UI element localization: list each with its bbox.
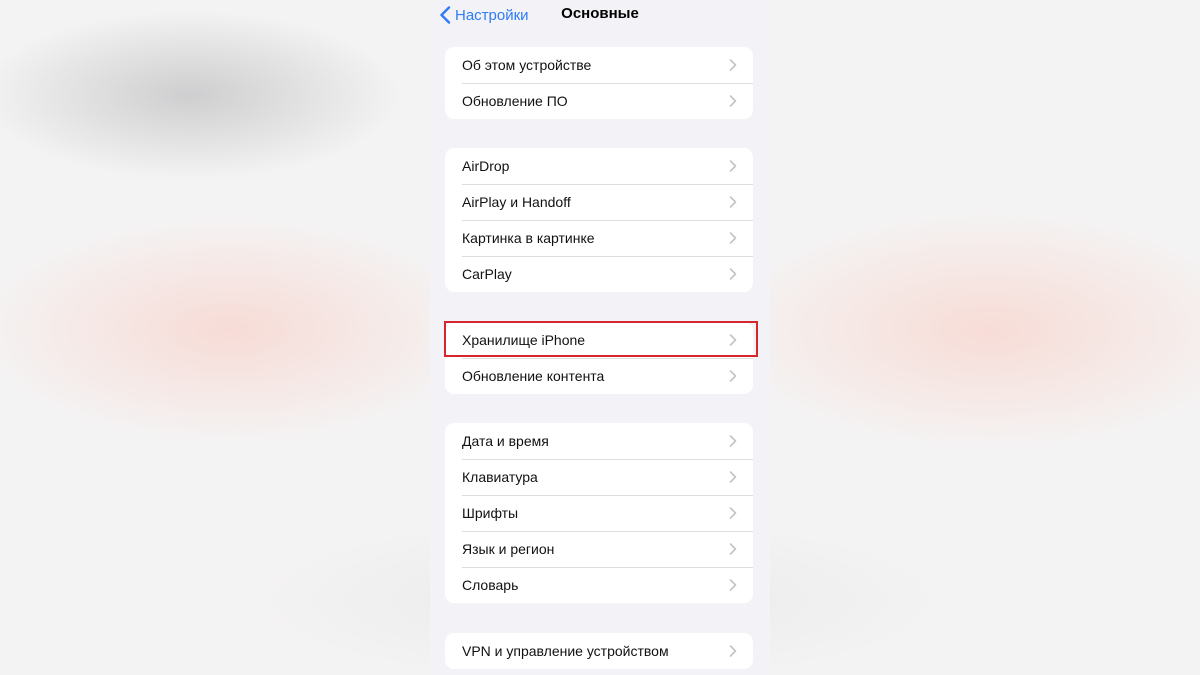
settings-group-locale: Дата и время Клавиатура Шрифты Язык и ре… [445,423,753,603]
settings-group-storage: Хранилище iPhone Обновление контента [445,322,753,394]
settings-screen: Настройки Основные Об этом устройстве Об… [430,0,770,675]
settings-item-about[interactable]: Об этом устройстве [445,47,753,83]
chevron-right-icon [729,471,737,483]
settings-item-picture-in-picture[interactable]: Картинка в картинке [445,220,753,256]
settings-item-label: Язык и регион [462,541,555,557]
settings-group-about: Об этом устройстве Обновление ПО [445,47,753,119]
settings-item-label: VPN и управление устройством [462,643,669,659]
chevron-right-icon [729,370,737,382]
settings-item-language-region[interactable]: Язык и регион [445,531,753,567]
chevron-right-icon [729,160,737,172]
settings-group-connectivity: AirDrop AirPlay и Handoff Картинка в кар… [445,148,753,292]
settings-item-fonts[interactable]: Шрифты [445,495,753,531]
chevron-right-icon [729,59,737,71]
settings-item-label: Клавиатура [462,469,538,485]
navigation-bar: Настройки Основные [430,0,770,30]
settings-item-label: Обновление контента [462,368,605,384]
settings-item-label: Обновление ПО [462,93,568,109]
settings-item-label: Об этом устройстве [462,57,592,73]
settings-item-background-app-refresh[interactable]: Обновление контента [445,358,753,394]
page-title: Основные [561,5,639,22]
chevron-right-icon [729,268,737,280]
settings-item-label: AirDrop [462,158,510,174]
settings-item-vpn-device-management[interactable]: VPN и управление устройством [445,633,753,669]
chevron-right-icon [729,232,737,244]
settings-item-label: Словарь [462,577,519,593]
chevron-right-icon [729,334,737,346]
settings-item-keyboard[interactable]: Клавиатура [445,459,753,495]
settings-item-airdrop[interactable]: AirDrop [445,148,753,184]
chevron-right-icon [729,645,737,657]
settings-item-airplay-handoff[interactable]: AirPlay и Handoff [445,184,753,220]
settings-item-iphone-storage[interactable]: Хранилище iPhone [445,322,753,358]
settings-item-label: CarPlay [462,266,512,282]
chevron-right-icon [729,507,737,519]
settings-item-label: Картинка в картинке [462,230,595,246]
settings-item-label: Дата и время [462,433,549,449]
settings-item-label: Шрифты [462,505,519,521]
settings-item-software-update[interactable]: Обновление ПО [445,83,753,119]
chevron-right-icon [729,95,737,107]
chevron-right-icon [729,543,737,555]
chevron-right-icon [729,196,737,208]
settings-group-vpn: VPN и управление устройством [445,633,753,669]
settings-item-carplay[interactable]: CarPlay [445,256,753,292]
chevron-right-icon [729,435,737,447]
settings-item-label: Хранилище iPhone [462,332,586,348]
chevron-right-icon [729,579,737,591]
settings-item-dictionary[interactable]: Словарь [445,567,753,603]
settings-item-date-time[interactable]: Дата и время [445,423,753,459]
settings-item-label: AirPlay и Handoff [462,194,571,210]
